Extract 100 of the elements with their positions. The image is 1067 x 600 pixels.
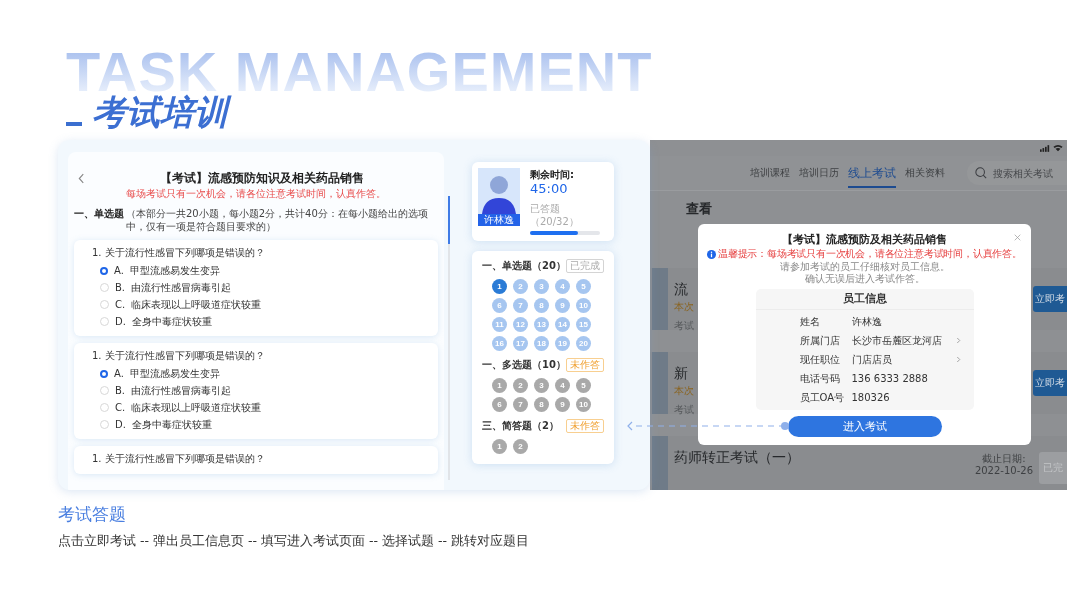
question-number[interactable]: 10 xyxy=(576,397,591,412)
answer-option[interactable]: C. 临床表现以上呼吸道症状较重 xyxy=(100,296,422,313)
answer-option[interactable]: B. 由流行性感冒病毒引起 xyxy=(100,382,422,399)
question-number[interactable]: 10 xyxy=(576,298,591,313)
nav-tab[interactable]: 培训日历 xyxy=(799,158,839,188)
question-number[interactable]: 12 xyxy=(513,317,528,332)
avatar-silhouette xyxy=(478,168,520,214)
question-number[interactable]: 8 xyxy=(534,397,549,412)
question-number[interactable]: 1 xyxy=(492,279,507,294)
answer-option[interactable]: D. 全身中毒症状较重 xyxy=(100,313,422,330)
instruction-text: 确认无误后进入考试作答。 xyxy=(804,273,925,285)
question-number[interactable]: 4 xyxy=(555,279,570,294)
option-text: 甲型流感易发生变异 xyxy=(129,367,220,381)
question-number[interactable]: 5 xyxy=(576,279,591,294)
question-number[interactable]: 8 xyxy=(534,298,549,313)
time-label: 剩余时间: xyxy=(530,168,575,181)
question-number[interactable]: 4 xyxy=(555,378,570,393)
option-text: 由流行性感冒病毒引起 xyxy=(131,384,232,398)
question-number[interactable]: 1 xyxy=(492,378,507,393)
field-value: 许林逸 xyxy=(851,314,883,329)
question-number[interactable]: 20 xyxy=(576,336,591,351)
search-icon xyxy=(975,167,987,179)
question-number[interactable]: 14 xyxy=(555,317,570,332)
nav-tab[interactable]: 相关资料 xyxy=(905,158,945,188)
question-number[interactable]: 9 xyxy=(555,397,570,412)
answer-option[interactable]: A. 甲型流感易发生变异 xyxy=(100,365,422,382)
option-letter: C. xyxy=(115,298,126,312)
nav-tab[interactable]: 培训课程 xyxy=(750,158,790,188)
question-number[interactable]: 2 xyxy=(513,378,528,393)
remaining-time: 45:00 xyxy=(530,181,569,196)
option-letter: B. xyxy=(115,384,126,398)
group-title: 一、单选题（20） xyxy=(482,259,566,273)
question-number[interactable]: 18 xyxy=(534,336,549,351)
group-title: 一、多选题（10） xyxy=(482,358,566,372)
answer-option[interactable]: A. 甲型流感易发生变异 xyxy=(100,262,422,279)
wifi-icon xyxy=(1053,144,1063,152)
exam-notice: 每场考试只有一次机会，请各位注意考试时间，认真作答。 xyxy=(125,187,387,201)
question-number[interactable]: 3 xyxy=(534,279,549,294)
exam-button[interactable]: 立即考 xyxy=(1033,286,1067,312)
status-tag: 未作答 xyxy=(566,419,604,433)
chevron-icon[interactable] xyxy=(955,356,961,363)
accent-dash xyxy=(66,122,82,126)
question-number[interactable]: 5 xyxy=(576,378,591,393)
question-number[interactable]: 15 xyxy=(576,317,591,332)
question-text: 1. 关于流行性感冒下列哪项是错误的？ xyxy=(92,246,266,260)
option-letter: C. xyxy=(115,401,126,415)
group-title: 三、简答题（2） xyxy=(482,419,559,433)
deadline-date: 2022-10-26 xyxy=(974,465,1033,477)
question-text: 1. 关于流行性感冒下列哪项是错误的？ xyxy=(92,349,266,363)
question-number[interactable]: 2 xyxy=(513,279,528,294)
question-number[interactable]: 11 xyxy=(492,317,507,332)
search-input[interactable]: 搜索相关考试 xyxy=(993,167,1065,179)
field-value: 136 6333 2888 xyxy=(851,373,929,384)
radio-button[interactable] xyxy=(100,266,108,275)
question-number[interactable]: 2 xyxy=(513,439,528,454)
question-number[interactable]: 16 xyxy=(492,336,507,351)
question-number[interactable]: 17 xyxy=(513,336,528,351)
question-number[interactable]: 6 xyxy=(492,397,507,412)
thumbnail-placeholder xyxy=(652,352,668,414)
option-text: 全身中毒症状较重 xyxy=(131,315,212,329)
question-number[interactable]: 19 xyxy=(555,336,570,351)
tip-text: 温馨提示：每场考试只有一次机会，请各位注意考试时间，认真作答。 xyxy=(718,247,1022,261)
thumbnail-placeholder xyxy=(652,268,668,330)
chevron-icon[interactable] xyxy=(955,337,961,344)
field-label: 姓名 xyxy=(799,314,821,329)
option-text: 临床表现以上呼吸道症状较重 xyxy=(131,401,262,415)
answer-option[interactable]: C. 临床表现以上呼吸道症状较重 xyxy=(100,399,422,416)
section-title: 一、单选题 xyxy=(74,207,124,220)
signal-icon xyxy=(1040,144,1050,152)
user-name: 许林逸 xyxy=(478,214,520,226)
question-number[interactable]: 7 xyxy=(513,298,528,313)
nav-tab[interactable]: 线上考试 xyxy=(848,158,896,188)
thumbnail-placeholder xyxy=(652,436,668,490)
exam-title: 【考试】流感预防知识及相关药品销售 xyxy=(158,170,365,186)
question-number[interactable]: 7 xyxy=(513,397,528,412)
field-label: 员工OA号 xyxy=(799,390,846,405)
question-text: 1. 关于流行性感冒下列哪项是错误的？ xyxy=(92,452,266,466)
status-tag: 未作答 xyxy=(566,358,604,372)
exam-button[interactable]: 立即考 xyxy=(1033,370,1067,396)
search-bar[interactable]: 搜索相关考试 xyxy=(967,161,1067,185)
section-heading: 查看 xyxy=(686,201,713,217)
option-text: 全身中毒症状较重 xyxy=(131,418,212,432)
radio-button[interactable] xyxy=(100,369,108,378)
dialog-title: 【考试】流感预防及相关药品销售 xyxy=(782,232,947,247)
question-number[interactable]: 6 xyxy=(492,298,507,313)
question-number[interactable]: 1 xyxy=(492,439,507,454)
field-value: 长沙市岳麓区龙河店 xyxy=(851,333,943,348)
field-value: 门店店员 xyxy=(851,352,893,367)
info-icon xyxy=(707,249,717,259)
answer-option[interactable]: B. 由流行性感冒病毒引起 xyxy=(100,279,422,296)
close-icon[interactable] xyxy=(1014,234,1021,241)
question-number[interactable]: 13 xyxy=(534,317,549,332)
enter-exam-button[interactable]: 进入考试 xyxy=(787,416,942,437)
instruction-text: 请参加考试的员工仔细核对员工信息。 xyxy=(779,261,950,273)
exam-note: 本次 xyxy=(674,384,694,397)
answer-option[interactable]: D. 全身中毒症状较重 xyxy=(100,416,422,433)
back-icon[interactable] xyxy=(78,172,85,184)
question-number[interactable]: 3 xyxy=(534,378,549,393)
caption-text: 点击立即考试 -- 弹出员工信息页 -- 填写进入考试页面 -- 选择试题 -- 跳转对应题目 xyxy=(58,532,530,550)
question-number[interactable]: 9 xyxy=(555,298,570,313)
